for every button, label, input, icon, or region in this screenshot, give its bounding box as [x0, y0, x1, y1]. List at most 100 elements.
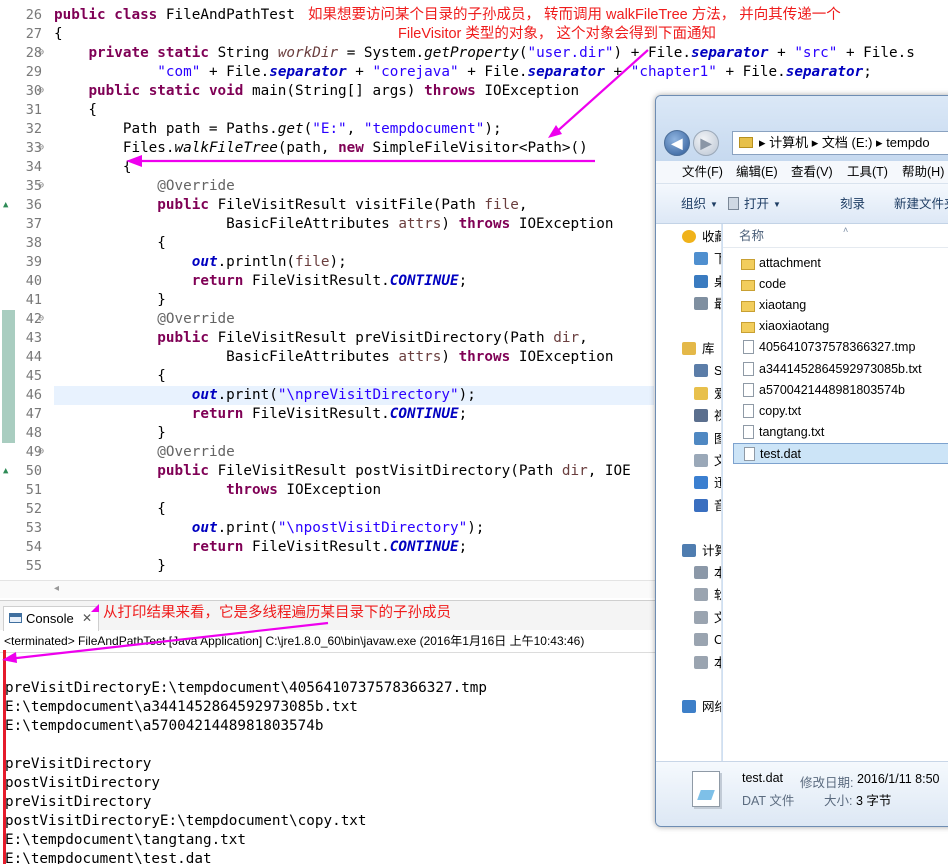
file-row[interactable]: xiaotang: [733, 295, 948, 316]
console-tab[interactable]: Console ✕: [3, 606, 99, 631]
menu-item[interactable]: 查看(V): [791, 161, 833, 183]
file-row[interactable]: test.dat: [733, 442, 948, 464]
file-list[interactable]: 名称 ˄ attachment code xiaotang xiaoxiaotang 4…: [723, 224, 948, 761]
file-row[interactable]: xiaoxiaotang: [733, 316, 948, 337]
code-line[interactable]: private static String workDir = System.g…: [54, 44, 914, 63]
code-token: out: [191, 387, 218, 403]
code-token: );: [329, 254, 347, 270]
code-line[interactable]: return FileVisitResult.CONTINUE;: [54, 538, 467, 557]
nav-item[interactable]: 网络: [656, 696, 721, 718]
console-line: E:\tempdocument\tangtang.txt: [5, 832, 247, 848]
code-token: new: [338, 140, 373, 156]
code-line[interactable]: @Override: [54, 310, 234, 329]
console-line: preVisitDirectory: [5, 756, 152, 772]
file-row[interactable]: attachment: [733, 253, 948, 274]
nav-item[interactable]: 爱: [656, 383, 721, 405]
code-line[interactable]: "com" + File.separator + "corejava" + Fi…: [54, 63, 872, 82]
close-icon[interactable]: ✕: [82, 607, 92, 630]
code-token: @Override: [157, 178, 235, 194]
navigation-pane[interactable]: 收藏下桌最库S爱视图文迅音计算本软文C本网络: [656, 224, 722, 761]
video-lib-icon: [694, 364, 708, 378]
code-line[interactable]: }: [54, 424, 166, 443]
code-line[interactable]: BasicFileAttributes attrs) throws IOExce…: [54, 348, 613, 367]
nav-item[interactable]: 库: [656, 338, 721, 360]
code-token: + File.: [716, 64, 786, 80]
code-token: out: [191, 520, 218, 536]
details-filename: test.dat: [742, 771, 783, 785]
new-folder-button[interactable]: 新建文件夹: [894, 184, 948, 224]
code-line[interactable]: @Override: [54, 177, 235, 196]
burn-button[interactable]: 刻录: [840, 184, 865, 224]
code-token: {: [54, 368, 166, 384]
file-row[interactable]: copy.txt: [733, 401, 948, 422]
code-line[interactable]: {: [54, 234, 166, 253]
forward-button[interactable]: ▶: [693, 130, 719, 156]
code-line[interactable]: {: [54, 500, 166, 519]
code-token: public: [157, 197, 218, 213]
nav-item[interactable]: 收藏: [656, 226, 721, 248]
code-line[interactable]: throws IOException: [54, 481, 381, 500]
column-header-name[interactable]: 名称 ˄: [723, 224, 948, 248]
menu-item[interactable]: 编辑(E): [736, 161, 778, 183]
nav-item[interactable]: 文: [656, 607, 721, 629]
back-button[interactable]: ◀: [664, 130, 690, 156]
organize-label: 组织: [681, 197, 707, 211]
file-name: xiaotang: [759, 298, 807, 313]
breadcrumb[interactable]: ▸ 计算机 ▸ 文档 (E:) ▸ tempdo: [759, 132, 930, 154]
file-row[interactable]: a5700421448981803574b: [733, 380, 948, 401]
code-line[interactable]: {: [54, 158, 132, 177]
nav-item[interactable]: 迅: [656, 472, 721, 494]
code-token: CONTINUE: [389, 273, 459, 289]
scroll-left-icon[interactable]: ◂: [54, 583, 59, 594]
menu-item[interactable]: 工具(T): [847, 161, 888, 183]
nav-item[interactable]: 计算: [656, 540, 721, 562]
code-line[interactable]: public static void main(String[] args) t…: [54, 82, 579, 101]
code-line[interactable]: out.print("\npreVisitDirectory");: [54, 386, 654, 405]
nav-item[interactable]: 最: [656, 293, 721, 315]
address-bar[interactable]: ▸ 计算机 ▸ 文档 (E:) ▸ tempdo: [732, 131, 948, 155]
code-line[interactable]: return FileVisitResult.CONTINUE;: [54, 272, 467, 291]
file-row[interactable]: tangtang.txt: [733, 422, 948, 443]
code-token: = System.: [338, 45, 425, 61]
nav-item[interactable]: S: [656, 360, 721, 382]
file-row[interactable]: 4056410737578366327.tmp: [733, 337, 948, 358]
nav-item[interactable]: 本: [656, 652, 721, 674]
nav-item[interactable]: 文: [656, 450, 721, 472]
code-line[interactable]: {: [54, 101, 97, 120]
code-line[interactable]: }: [54, 557, 166, 576]
menu-item[interactable]: 帮助(H): [902, 161, 944, 183]
nav-item[interactable]: 软: [656, 584, 721, 606]
code-line[interactable]: {: [54, 367, 166, 386]
nav-item[interactable]: C: [656, 629, 721, 651]
code-token: + File.: [458, 64, 528, 80]
code-line[interactable]: }: [54, 291, 166, 310]
code-line[interactable]: BasicFileAttributes attrs) throws IOExce…: [54, 215, 613, 234]
nav-item[interactable]: 下: [656, 248, 721, 270]
file-row[interactable]: a3441452864592973085b.txt: [733, 359, 948, 380]
code-line[interactable]: public FileVisitResult preVisitDirectory…: [54, 329, 587, 348]
code-line[interactable]: out.println(file);: [54, 253, 347, 272]
nav-item[interactable]: 图: [656, 428, 721, 450]
code-token: FileAndPathTest: [165, 7, 296, 23]
code-line[interactable]: {: [54, 25, 63, 44]
code-line[interactable]: return FileVisitResult.CONTINUE;: [54, 405, 467, 424]
nav-item[interactable]: 本: [656, 562, 721, 584]
nav-item[interactable]: 桌: [656, 271, 721, 293]
code-line[interactable]: public FileVisitResult visitFile(Path fi…: [54, 196, 527, 215]
code-token: return: [191, 273, 252, 289]
code-line[interactable]: public class FileAndPathTest: [54, 6, 295, 25]
menu-item[interactable]: 文件(F): [682, 161, 723, 183]
nav-item[interactable]: 视: [656, 405, 721, 427]
console-line: postVisitDirectory: [5, 775, 160, 791]
open-button[interactable]: 打开 ▼: [744, 184, 781, 225]
organize-button[interactable]: 组织 ▼: [681, 184, 718, 225]
code-line[interactable]: Files.walkFileTree(path, new SimpleFileV…: [54, 139, 588, 158]
file-row[interactable]: code: [733, 274, 948, 295]
code-line[interactable]: @Override: [54, 443, 234, 462]
code-line[interactable]: public FileVisitResult postVisitDirector…: [54, 462, 630, 481]
code-line[interactable]: Path path = Paths.get("E:", "tempdocumen…: [54, 120, 502, 139]
code-line[interactable]: out.print("\npostVisitDirectory");: [54, 519, 485, 538]
nav-item[interactable]: 音: [656, 495, 721, 517]
nav-item-label: 网络: [702, 700, 721, 715]
